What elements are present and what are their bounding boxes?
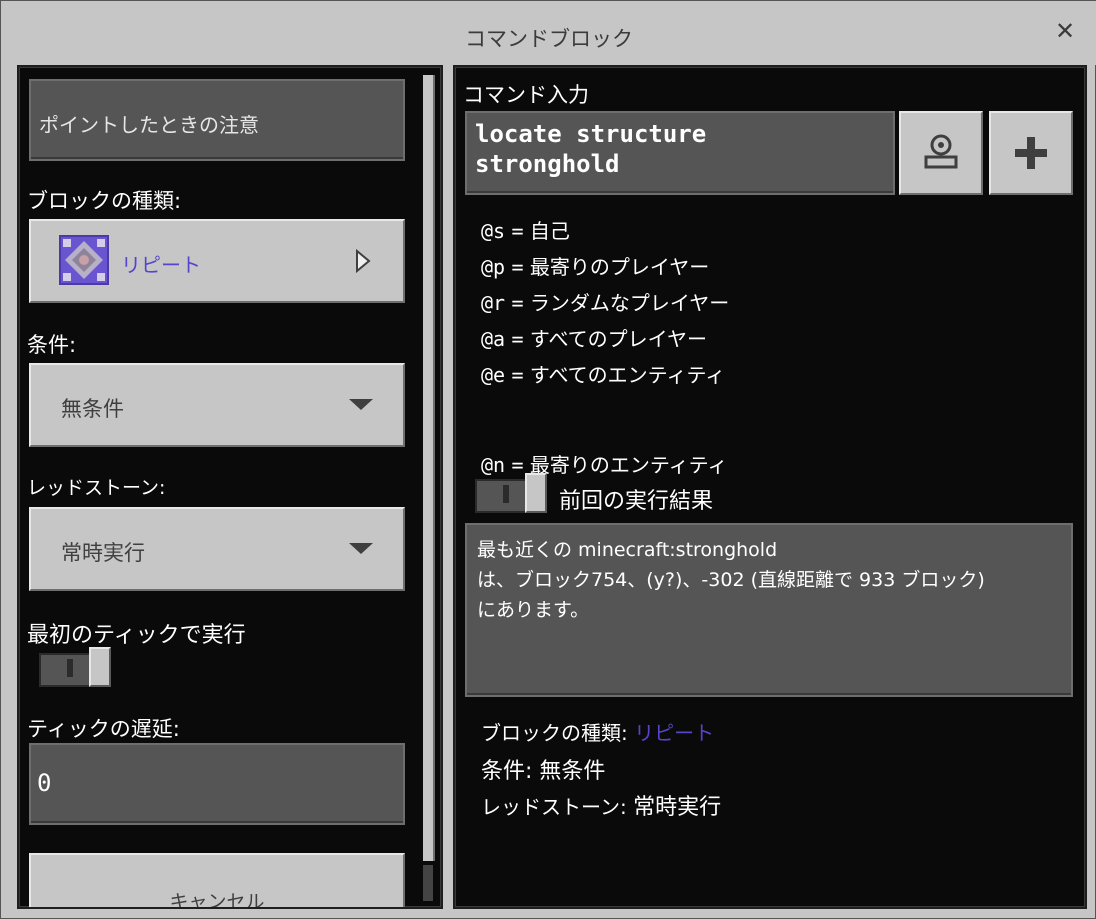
selector-eq: = xyxy=(511,255,524,279)
summary-condition: 条件: 無条件 xyxy=(481,753,605,785)
hover-note-field[interactable]: ポイントしたときの注意 xyxy=(29,79,405,161)
condition-label: 条件: xyxy=(27,333,77,357)
cancel-button[interactable]: キャンセル xyxy=(29,853,405,909)
command-panel: コマンド入力 locate structure stronghold @s = … xyxy=(453,65,1087,909)
selector-desc: 最寄りのエンティティ xyxy=(529,453,728,477)
title-bar: コマンドブロック ✕ xyxy=(1,1,1096,65)
selector-line-s: @s = 自己 xyxy=(481,215,570,244)
summary-redstone-label: レッドストーン: xyxy=(481,795,627,819)
scroll-thumb[interactable] xyxy=(423,75,435,861)
window-title: コマンドブロック xyxy=(465,27,633,51)
chevron-down-icon xyxy=(349,543,373,554)
cancel-button-label: キャンセル xyxy=(169,891,265,909)
previous-output-label: 前回の実行結果 xyxy=(559,489,714,514)
import-button[interactable] xyxy=(899,111,983,195)
summary-redstone-value: 常時実行 xyxy=(633,795,722,820)
selector-line-a: @a = すべてのプレイヤー xyxy=(481,323,707,352)
tick-delay-label: ティックの遅延: xyxy=(27,717,180,741)
selector-line-r: @r = ランダムなプレイヤー xyxy=(481,287,729,316)
condition-dropdown-value: 無条件 xyxy=(61,397,124,421)
first-tick-toggle[interactable] xyxy=(39,647,113,687)
previous-output-box: 最も近くの minecraft:stronghold は、ブロック754、(y?… xyxy=(465,523,1073,697)
selector-eq: = xyxy=(511,219,524,243)
selector-code: @r xyxy=(481,291,506,315)
scroll-track xyxy=(423,865,433,901)
redstone-dropdown-value: 常時実行 xyxy=(61,541,145,565)
command-block-icon xyxy=(59,235,109,285)
chevron-down-icon xyxy=(349,399,373,410)
settings-panel: ポイントしたときの注意 ブロックの種類: リピート 条件: 無条件 レッドストー… xyxy=(17,65,443,909)
selector-desc: すべてのエンティティ xyxy=(529,363,726,387)
summary-condition-label: 条件: xyxy=(481,759,533,784)
summary-block-type: ブロックの種類: リピート xyxy=(481,717,714,746)
previous-output-text: 最も近くの minecraft:stronghold は、ブロック754、(y?… xyxy=(477,539,985,621)
selector-desc: すべてのプレイヤー xyxy=(529,327,708,351)
tick-delay-input[interactable]: 0 xyxy=(29,743,405,825)
hover-note-placeholder: ポイントしたときの注意 xyxy=(39,113,259,137)
selector-code: @a xyxy=(481,327,506,351)
close-icon[interactable]: ✕ xyxy=(1053,19,1077,43)
plus-icon xyxy=(1015,137,1047,169)
summary-block-type-label: ブロックの種類: xyxy=(481,721,628,745)
block-type-value: リピート xyxy=(121,253,201,277)
play-arrow-icon xyxy=(356,249,371,273)
previous-output-toggle[interactable] xyxy=(475,473,549,513)
first-tick-label: 最初のティックで実行 xyxy=(27,623,246,648)
selector-desc: ランダムなプレイヤー xyxy=(529,291,730,315)
command-input-value: locate structure stronghold xyxy=(475,120,707,178)
summary-block-type-value: リピート xyxy=(634,721,715,745)
tick-delay-value: 0 xyxy=(37,769,52,797)
selector-desc: 自己 xyxy=(529,219,570,243)
selector-desc: 最寄りのプレイヤー xyxy=(529,255,710,279)
redstone-dropdown[interactable]: 常時実行 xyxy=(29,507,405,591)
selector-line-e: @e = すべてのエンティティ xyxy=(481,359,725,388)
selector-code: @e xyxy=(481,363,506,387)
scrollbar[interactable] xyxy=(423,75,435,903)
command-block-window: コマンドブロック ✕ ポイントしたときの注意 ブロックの種類: リピート 条件:… xyxy=(0,0,1096,919)
block-type-label: ブロックの種類: xyxy=(27,189,182,213)
selector-line-p: @p = 最寄りのプレイヤー xyxy=(481,251,709,280)
selector-eq: = xyxy=(511,291,524,315)
selector-code: @p xyxy=(481,255,506,279)
block-type-button[interactable]: リピート xyxy=(29,219,405,303)
condition-dropdown[interactable]: 無条件 xyxy=(29,363,405,447)
add-button[interactable] xyxy=(989,111,1073,195)
summary-condition-value: 無条件 xyxy=(539,759,606,784)
selector-eq: = xyxy=(511,327,524,351)
selector-code: @s xyxy=(481,219,506,243)
command-input-label: コマンド入力 xyxy=(463,83,589,107)
redstone-label: レッドストーン: xyxy=(27,477,166,499)
selector-eq: = xyxy=(511,363,524,387)
summary-redstone: レッドストーン: 常時実行 xyxy=(481,789,721,821)
import-icon xyxy=(924,134,958,169)
command-input[interactable]: locate structure stronghold xyxy=(465,111,895,195)
